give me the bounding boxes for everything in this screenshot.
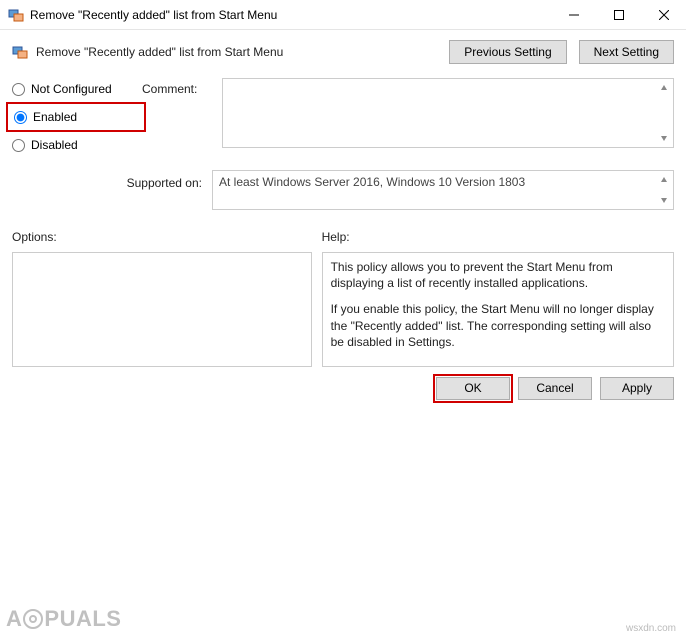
dialog-footer: OK Cancel Apply	[0, 367, 686, 410]
attribution: wsxdn.com	[626, 623, 676, 634]
scroll-down-icon[interactable]	[657, 193, 671, 207]
supported-label: Supported on:	[12, 170, 212, 190]
policy-title: Remove "Recently added" list from Start …	[36, 45, 449, 59]
lower-panels: Options: Help: This policy allows you to…	[0, 230, 686, 367]
radio-enabled[interactable]: Enabled	[6, 102, 146, 132]
watermark: A PUALS	[6, 606, 121, 632]
next-setting-button[interactable]: Next Setting	[579, 40, 674, 64]
help-panel: This policy allows you to prevent the St…	[322, 252, 674, 367]
config-area: Not Configured Enabled Disabled Comment:…	[0, 74, 686, 210]
options-label: Options:	[12, 230, 312, 244]
help-paragraph-2: If you enable this policy, the Start Men…	[331, 301, 665, 350]
options-panel	[12, 252, 312, 367]
scroll-up-icon[interactable]	[657, 173, 671, 187]
help-paragraph-1: This policy allows you to prevent the St…	[331, 259, 665, 291]
ok-button[interactable]: OK	[436, 377, 510, 400]
apply-button[interactable]: Apply	[600, 377, 674, 400]
gpedit-icon	[8, 7, 24, 23]
radio-not-configured-label: Not Configured	[31, 82, 112, 96]
minimize-button[interactable]	[551, 0, 596, 30]
previous-setting-button[interactable]: Previous Setting	[449, 40, 566, 64]
cancel-button[interactable]: Cancel	[518, 377, 592, 400]
help-label: Help:	[322, 230, 674, 244]
radio-enabled-label: Enabled	[33, 110, 77, 124]
scroll-down-icon[interactable]	[657, 131, 671, 145]
radio-disabled[interactable]: Disabled	[12, 138, 142, 152]
radio-group: Not Configured Enabled Disabled	[12, 80, 142, 166]
titlebar: Remove "Recently added" list from Start …	[0, 0, 686, 30]
gpedit-icon	[12, 44, 28, 60]
bullseye-icon	[23, 609, 43, 629]
window-title: Remove "Recently added" list from Start …	[30, 8, 551, 22]
comment-label: Comment:	[142, 82, 197, 96]
watermark-prefix: A	[6, 606, 22, 632]
policy-header: Remove "Recently added" list from Start …	[0, 30, 686, 74]
radio-not-configured[interactable]: Not Configured	[12, 82, 142, 96]
supported-text: At least Windows Server 2016, Windows 10…	[219, 175, 525, 189]
radio-disabled-label: Disabled	[31, 138, 78, 152]
scroll-up-icon[interactable]	[657, 81, 671, 95]
supported-box: At least Windows Server 2016, Windows 10…	[212, 170, 674, 210]
window-controls	[551, 0, 686, 30]
comment-textarea[interactable]	[222, 78, 674, 148]
maximize-button[interactable]	[596, 0, 641, 30]
close-button[interactable]	[641, 0, 686, 30]
watermark-suffix: PUALS	[44, 606, 121, 632]
